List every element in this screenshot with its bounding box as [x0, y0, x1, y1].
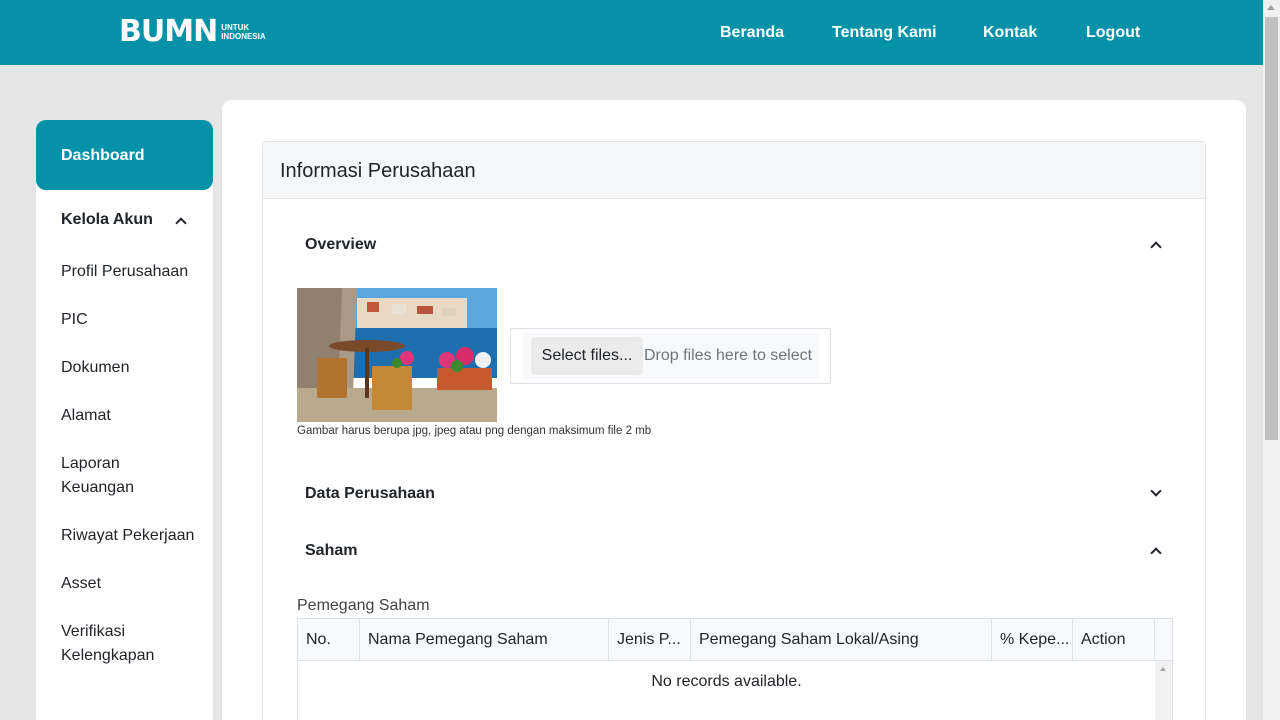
file-upload-dropzone[interactable]: Select files... Drop files here to selec…	[510, 328, 831, 384]
sidebar-item-verifikasi-kelengkapan[interactable]: Verifikasi Kelengkapan	[61, 620, 161, 668]
logo-mark: BUMN	[119, 14, 218, 49]
nav-kontak[interactable]: Kontak	[983, 24, 1037, 42]
sidebar-group-kelola-akun[interactable]: Kelola Akun	[61, 208, 201, 232]
card-title: Informasi Perusahaan	[263, 142, 1205, 199]
company-photo	[297, 288, 497, 422]
sidebar-item-dashboard[interactable]: Dashboard	[36, 120, 213, 190]
bumn-logo[interactable]: BUMN UNTUK INDONESIA	[119, 17, 266, 47]
overview-section-title[interactable]: Overview	[305, 236, 376, 254]
chevron-up-icon[interactable]	[1150, 241, 1162, 253]
top-navbar: BUMN UNTUK INDONESIA Beranda Tentang Kam…	[0, 0, 1263, 65]
select-files-button[interactable]: Select files...	[531, 337, 643, 375]
column-header-action[interactable]: Action	[1073, 619, 1155, 660]
nav-beranda[interactable]: Beranda	[720, 24, 784, 42]
sidebar: Dashboard Kelola Akun Profil Perusahaan …	[36, 120, 213, 720]
sidebar-group-label: Kelola Akun	[61, 211, 153, 228]
sidebar-item-profil-perusahaan[interactable]: Profil Perusahaan	[61, 260, 201, 284]
no-records-message: No records available.	[651, 673, 802, 690]
column-header-jenis[interactable]: Jenis P...	[609, 619, 691, 660]
company-info-card: Informasi Perusahaan Overview Select fil…	[262, 141, 1206, 720]
chevron-down-icon[interactable]	[1150, 485, 1162, 497]
sidebar-item-asset[interactable]: Asset	[61, 572, 201, 596]
drop-files-hint: Drop files here to select	[644, 347, 813, 364]
column-header-no[interactable]: No.	[298, 619, 360, 660]
scroll-up-icon[interactable]	[1160, 667, 1166, 671]
column-header-nama-pemegang-saham[interactable]: Nama Pemegang Saham	[360, 619, 609, 660]
chevron-up-icon[interactable]	[1150, 547, 1162, 559]
column-header-lokal-asing[interactable]: Pemegang Saham Lokal/Asing	[691, 619, 992, 660]
sidebar-item-pic[interactable]: PIC	[61, 308, 201, 332]
sidebar-item-riwayat-pekerjaan[interactable]: Riwayat Pekerjaan	[61, 524, 201, 548]
pemegang-saham-label: Pemegang Saham	[297, 597, 430, 614]
scrollbar-thumb[interactable]	[1265, 17, 1278, 440]
nav-logout[interactable]: Logout	[1086, 24, 1140, 42]
image-format-hint: Gambar harus berupa jpg, jpeg atau png d…	[297, 425, 652, 437]
column-header-kepemilikan[interactable]: % Kepe...	[992, 619, 1073, 660]
table-scrollbar[interactable]	[1155, 661, 1172, 720]
scroll-up-icon[interactable]	[1267, 5, 1275, 10]
shareholders-table: No. Nama Pemegang Saham Jenis P... Pemeg…	[297, 618, 1173, 720]
table-header: No. Nama Pemegang Saham Jenis P... Pemeg…	[298, 619, 1172, 661]
data-perusahaan-section-title[interactable]: Data Perusahaan	[305, 485, 435, 503]
chevron-up-icon	[175, 217, 187, 229]
saham-section-title[interactable]: Saham	[305, 542, 357, 560]
logo-subtitle: UNTUK INDONESIA	[221, 23, 266, 41]
sidebar-item-dokumen[interactable]: Dokumen	[61, 356, 201, 380]
nav-tentang-kami[interactable]: Tentang Kami	[832, 24, 937, 42]
page-scrollbar[interactable]	[1263, 0, 1280, 720]
sidebar-item-alamat[interactable]: Alamat	[61, 404, 201, 428]
main-panel: Informasi Perusahaan Overview Select fil…	[222, 100, 1246, 720]
sidebar-item-laporan-keuangan[interactable]: Laporan Keuangan	[61, 452, 161, 500]
